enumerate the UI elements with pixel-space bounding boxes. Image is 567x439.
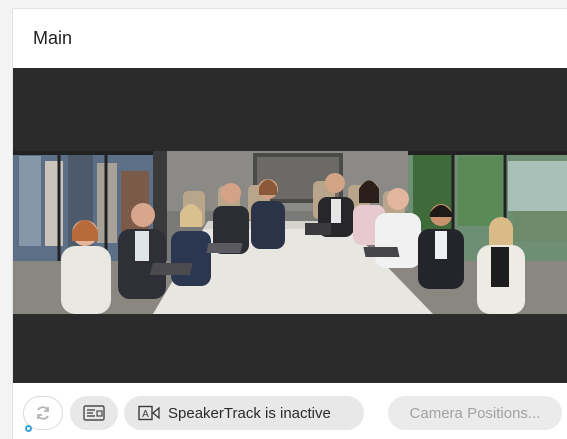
camera-positions-button[interactable]: Camera Positions... <box>388 396 562 430</box>
video-preview <box>13 68 567 383</box>
speakertrack-toggle-button[interactable]: A SpeakerTrack is inactive <box>124 396 364 430</box>
conference-room-video <box>13 151 567 314</box>
speakertrack-icon: A <box>138 405 160 421</box>
speakertrack-status-label: SpeakerTrack is inactive <box>168 404 331 422</box>
svg-text:A: A <box>142 409 149 420</box>
layout-icon <box>83 405 105 421</box>
camera-positions-label: Camera Positions... <box>409 404 541 422</box>
panel-title: Main <box>33 27 73 48</box>
focus-indicator <box>25 425 32 432</box>
camera-panel: Main A SpeakerTrack is inactive Camera P… <box>12 8 567 439</box>
conference-room-image <box>13 151 567 314</box>
layout-button[interactable] <box>70 396 118 430</box>
refresh-icon <box>37 406 49 420</box>
panel-header: Main <box>13 9 567 67</box>
camera-controls: A SpeakerTrack is inactive Camera Positi… <box>13 394 567 434</box>
